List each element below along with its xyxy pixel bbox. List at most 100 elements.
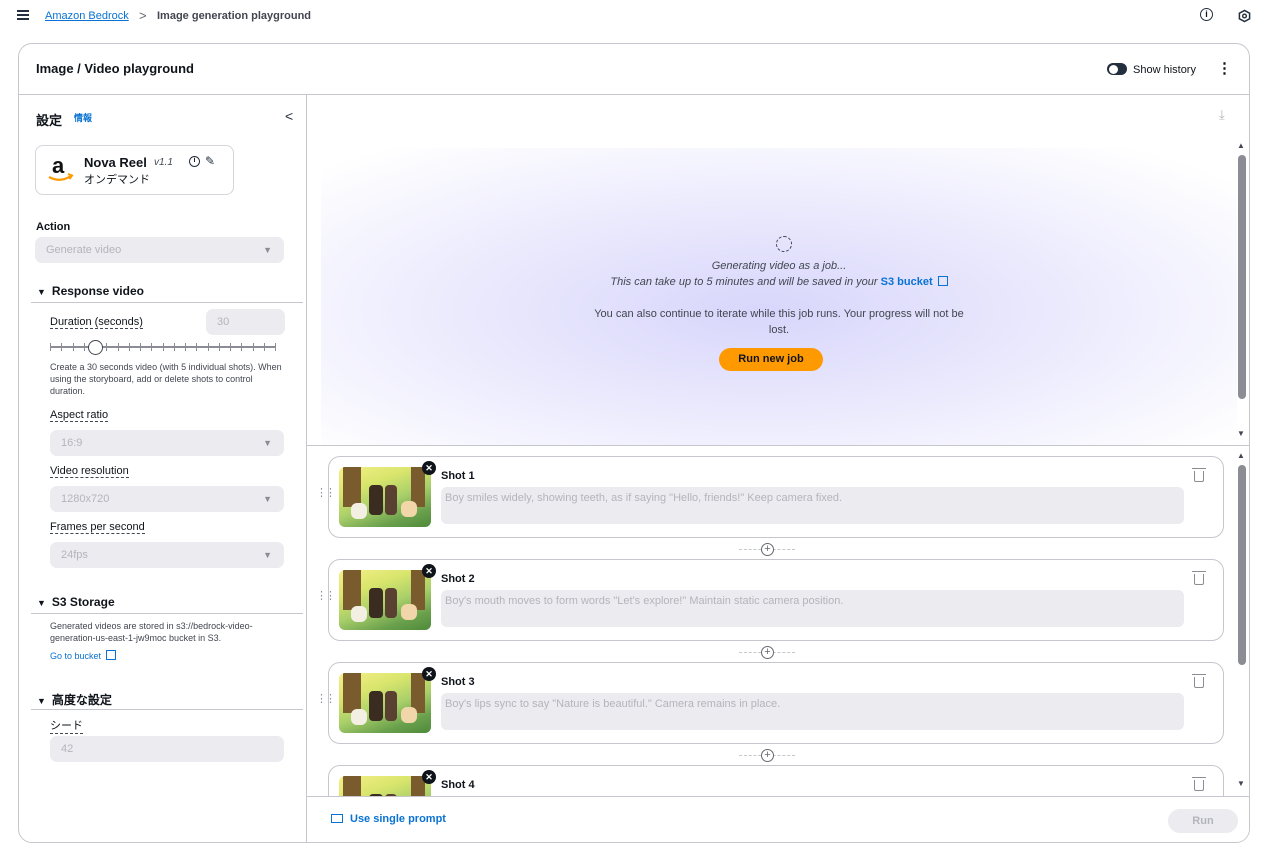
settings-info-link[interactable]: 情報 xyxy=(74,111,92,124)
shot-prompt-input[interactable]: Boy smiles widely, showing teeth, as if … xyxy=(441,487,1184,524)
shot-thumbnail[interactable] xyxy=(339,467,431,527)
s3-bucket-link[interactable]: S3 bucket xyxy=(881,276,933,288)
svg-text:a: a xyxy=(52,154,65,178)
loading-spinner-icon xyxy=(776,236,792,252)
shot-thumbnail[interactable] xyxy=(339,673,431,733)
chevron-down-icon: ▼ xyxy=(263,438,272,448)
section-divider xyxy=(31,709,303,710)
shot-prompt-input[interactable]: Boy's mouth moves to form words "Let's e… xyxy=(441,590,1184,627)
remove-image-icon[interactable]: ✕ xyxy=(422,461,436,475)
panel-title: Image / Video playground xyxy=(36,61,194,76)
slider-tick xyxy=(151,343,153,351)
duration-input[interactable]: 30 xyxy=(206,309,285,335)
boy-figure xyxy=(369,588,383,618)
caret-down-icon: ▼ xyxy=(37,598,46,608)
shot-card: ⋮⋮✕Shot 4 xyxy=(328,765,1224,796)
duration-note-text: This can take up to 5 minutes and will b… xyxy=(610,276,878,288)
scroll-up-icon[interactable]: ▲ xyxy=(1237,451,1245,460)
s3-help-text: Generated videos are stored in s3://bedr… xyxy=(50,621,253,643)
slider-tick xyxy=(252,343,254,351)
drag-handle-icon[interactable]: ⋮⋮ xyxy=(316,591,336,602)
go-to-bucket-label: Go to bucket xyxy=(50,651,102,661)
slider-tick xyxy=(162,343,164,351)
model-version: v1.1 xyxy=(154,157,173,168)
scroll-down-icon[interactable]: ▼ xyxy=(1237,779,1245,788)
scroll-up-icon[interactable]: ▲ xyxy=(1237,141,1245,150)
settings-hex-icon[interactable] xyxy=(1238,9,1251,23)
menu-icon[interactable] xyxy=(17,10,29,20)
preview-scrollbar[interactable]: ▲ ▼ xyxy=(1237,141,1247,445)
shot-prompt-input[interactable]: Boy's lips sync to say "Nature is beauti… xyxy=(441,693,1184,730)
action-select[interactable]: Generate video ▼ xyxy=(35,237,284,263)
shot-card: ⋮⋮ ✕ Shot 1 Boy smiles widely, showing teet… xyxy=(316,456,1224,538)
tree-shape xyxy=(343,673,361,713)
dog-figure xyxy=(351,503,367,519)
video-resolution-value: 1280x720 xyxy=(61,493,110,505)
add-shot-button[interactable]: + xyxy=(739,749,795,762)
delete-shot-icon[interactable] xyxy=(1192,571,1206,585)
breadcrumb-current: Image generation playground xyxy=(157,10,312,22)
add-shot-button[interactable]: + xyxy=(739,646,795,659)
shot-title: Shot 2 xyxy=(441,573,475,585)
model-name: Nova Reel xyxy=(84,155,147,170)
remove-image-icon[interactable]: ✕ xyxy=(422,770,436,784)
run-new-job-button[interactable]: Run new job xyxy=(719,348,823,371)
use-single-prompt-button[interactable]: Use single prompt xyxy=(331,813,446,825)
show-history-label[interactable]: Show history xyxy=(1133,64,1196,76)
scrollbar-thumb[interactable] xyxy=(1238,155,1246,399)
breadcrumb-amazon-bedrock[interactable]: Amazon Bedrock xyxy=(45,10,129,22)
shot-title: Shot 1 xyxy=(441,470,475,482)
amazon-logo-icon: a xyxy=(48,154,74,181)
storyboard-scrollbar[interactable]: ▲ ▼ xyxy=(1237,451,1247,789)
shot-thumbnail[interactable] xyxy=(339,570,431,630)
model-info-icon[interactable]: i xyxy=(189,156,200,167)
remove-image-icon[interactable]: ✕ xyxy=(422,667,436,681)
video-resolution-select[interactable]: 1280x720 ▼ xyxy=(50,486,284,512)
delete-shot-icon[interactable] xyxy=(1192,468,1206,482)
run-button[interactable]: Run xyxy=(1168,809,1238,833)
info-icon[interactable]: i xyxy=(1200,8,1213,21)
delete-shot-icon[interactable] xyxy=(1192,674,1206,688)
breadcrumb-separator-icon: > xyxy=(139,8,147,23)
settings-title: 設定 xyxy=(36,113,63,128)
model-edit-icon[interactable]: ✎ xyxy=(205,154,215,168)
scrollbar-thumb[interactable] xyxy=(1238,465,1246,665)
shot-card: ⋮⋮ ✕ Shot 2 Boy's mouth moves to form words… xyxy=(316,559,1224,641)
duration-label: Duration (seconds) xyxy=(50,316,143,329)
external-link-icon xyxy=(937,276,948,286)
scroll-down-icon[interactable]: ▼ xyxy=(1237,429,1245,438)
show-history-toggle[interactable] xyxy=(1107,63,1127,75)
fps-label: Frames per second xyxy=(50,521,145,534)
add-shot-button[interactable]: + xyxy=(739,543,795,556)
response-video-title: Response video xyxy=(51,284,144,298)
download-icon[interactable]: ⤓ xyxy=(1219,107,1225,123)
remove-image-icon[interactable]: ✕ xyxy=(422,564,436,578)
duration-slider[interactable] xyxy=(50,340,276,355)
drag-handle-icon[interactable]: ⋮⋮ xyxy=(316,694,336,705)
duration-note: This can take up to 5 minutes and will b… xyxy=(321,276,1237,288)
boy-figure xyxy=(385,691,397,721)
more-options-icon[interactable]: ⋮ xyxy=(1217,59,1232,79)
seed-input[interactable]: 42 xyxy=(50,736,284,762)
go-to-bucket-link[interactable]: Go to bucket xyxy=(50,650,117,661)
model-card: a Nova Reel v1.1 オンデマンド i ✎ xyxy=(35,145,234,195)
slider-thumb[interactable] xyxy=(88,340,103,355)
shot-title: Shot 3 xyxy=(441,676,475,688)
dog-figure xyxy=(351,606,367,622)
collapse-sidebar-icon[interactable]: < xyxy=(285,108,293,124)
delete-shot-icon[interactable] xyxy=(1192,777,1206,791)
s3-storage-section[interactable]: ▼ S3 Storage xyxy=(37,595,115,609)
slider-tick xyxy=(140,343,141,351)
fps-select[interactable]: 24fps ▼ xyxy=(50,542,284,568)
main-area: ⤓ Generating video as a job... This can … xyxy=(307,95,1249,842)
slider-tick xyxy=(263,343,265,351)
drag-handle-icon[interactable]: ⋮⋮ xyxy=(316,488,336,499)
section-divider xyxy=(31,302,303,303)
aspect-ratio-select[interactable]: 16:9 ▼ xyxy=(50,430,284,456)
tree-shape xyxy=(343,467,361,507)
advanced-settings-section[interactable]: ▼ 高度な設定 xyxy=(37,691,112,708)
response-video-section[interactable]: ▼ Response video xyxy=(37,284,144,298)
video-resolution-label: Video resolution xyxy=(50,465,129,478)
slider-tick xyxy=(106,343,108,351)
shot-thumbnail[interactable] xyxy=(339,776,431,796)
